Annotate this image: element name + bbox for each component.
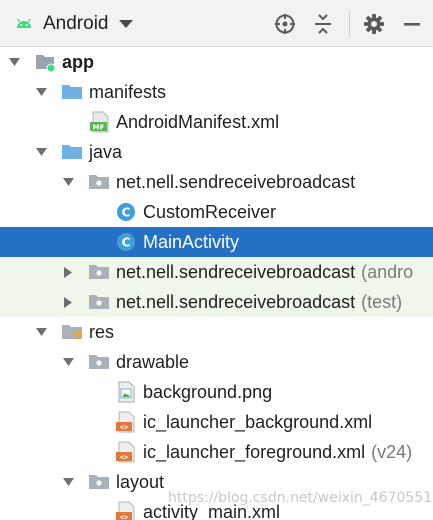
svg-text:<>: <> — [120, 454, 128, 462]
settings-button[interactable] — [362, 12, 386, 36]
tree-node-label: java — [89, 141, 123, 162]
module-icon — [34, 51, 56, 73]
xml-file-icon: <> — [115, 411, 137, 433]
xml-file-icon: <> — [115, 441, 137, 463]
view-mode-label: Android — [43, 13, 109, 34]
tree-node-label: net.nell.sendreceivebroadcast — [116, 291, 356, 312]
tree-node-label: net.nell.sendreceivebroadcast — [116, 171, 356, 192]
tree-node-label: drawable — [116, 351, 190, 372]
svg-text:<>: <> — [120, 514, 128, 520]
expand-arrow-icon[interactable] — [61, 265, 75, 279]
svg-text:C: C — [122, 206, 131, 220]
manifest-file-icon: MF — [89, 111, 111, 133]
xml-file-icon: <> — [115, 501, 137, 520]
expand-arrow-icon[interactable] — [61, 295, 75, 309]
project-toolbar: Android — [0, 0, 433, 47]
toolbar-divider — [349, 11, 350, 37]
expand-arrow-icon[interactable] — [34, 85, 48, 99]
class-icon: C — [115, 231, 137, 253]
watermark: https://blog.csdn.net/weixin_46705517 — [168, 490, 433, 506]
class-icon: C — [115, 201, 137, 223]
package-icon — [88, 171, 110, 193]
svg-text:<>: <> — [120, 424, 128, 432]
tree-node-ic-launcher-foreground[interactable]: <> ic_launcher_foreground.xml (v24) — [0, 437, 433, 467]
tree-node-label: AndroidManifest.xml — [116, 111, 280, 132]
minimize-icon — [404, 23, 420, 26]
folder-icon — [61, 141, 83, 163]
locate-file-button[interactable] — [273, 12, 297, 36]
expand-arrow-icon[interactable] — [61, 175, 75, 189]
svg-text:MF: MF — [93, 124, 105, 132]
package-icon — [88, 351, 110, 373]
expand-arrow-icon[interactable] — [7, 55, 21, 69]
chevron-down-icon — [118, 20, 133, 28]
tree-node-label: net.nell.sendreceivebroadcast — [116, 261, 356, 282]
expand-arrow-icon[interactable] — [34, 325, 48, 339]
tree-node-label: layout — [116, 471, 165, 492]
folder-icon — [61, 81, 83, 103]
tree-node-mainactivity[interactable]: C MainActivity — [0, 227, 433, 257]
tree-node-label: MainActivity — [143, 231, 240, 252]
expand-arrow-icon[interactable] — [61, 475, 75, 489]
tree-node-label: CustomReceiver — [143, 201, 277, 222]
source-set-suffix: (andro — [361, 261, 414, 282]
project-tree: app manifests MF AndroidManifest.xml jav — [0, 47, 433, 520]
tree-node-label: ic_launcher_background.xml — [143, 411, 373, 432]
tree-node-label: ic_launcher_foreground.xml — [143, 441, 366, 462]
tree-node-res[interactable]: res — [0, 317, 433, 347]
crosshair-icon — [275, 14, 295, 34]
tree-node-label: background.png — [143, 381, 273, 402]
package-icon — [88, 471, 110, 493]
tree-node-drawable[interactable]: drawable — [0, 347, 433, 377]
package-icon — [88, 291, 110, 313]
tree-node-java[interactable]: java — [0, 137, 433, 167]
tree-node-package-main[interactable]: net.nell.sendreceivebroadcast — [0, 167, 433, 197]
tree-node-manifests[interactable]: manifests — [0, 77, 433, 107]
expand-arrow-icon[interactable] — [61, 355, 75, 369]
res-folder-icon — [61, 321, 83, 343]
source-set-suffix: (test) — [361, 291, 403, 312]
collapse-all-button[interactable] — [311, 12, 335, 36]
tree-node-package-androidtest[interactable]: net.nell.sendreceivebroadcast (andro — [0, 257, 433, 287]
svg-text:C: C — [122, 236, 131, 250]
collapse-all-icon — [315, 14, 331, 34]
tree-node-app[interactable]: app — [0, 47, 433, 77]
android-icon — [17, 18, 31, 28]
tree-node-background-png[interactable]: background.png — [0, 377, 433, 407]
hide-panel-button[interactable] — [400, 12, 424, 36]
tree-node-label: app — [62, 51, 95, 72]
package-icon — [88, 261, 110, 283]
expand-arrow-icon[interactable] — [34, 145, 48, 159]
tree-node-customreceiver[interactable]: C CustomReceiver — [0, 197, 433, 227]
tree-node-package-test[interactable]: net.nell.sendreceivebroadcast (test) — [0, 287, 433, 317]
tree-node-androidmanifest[interactable]: MF AndroidManifest.xml — [0, 107, 433, 137]
qualifier-suffix: (v24) — [371, 441, 413, 462]
tree-node-ic-launcher-background[interactable]: <> ic_launcher_background.xml — [0, 407, 433, 437]
tree-node-label: manifests — [89, 81, 167, 102]
image-file-icon — [115, 381, 137, 403]
tree-node-label: res — [89, 321, 115, 342]
gear-icon — [364, 14, 384, 34]
view-mode-dropdown[interactable]: Android — [14, 10, 133, 38]
